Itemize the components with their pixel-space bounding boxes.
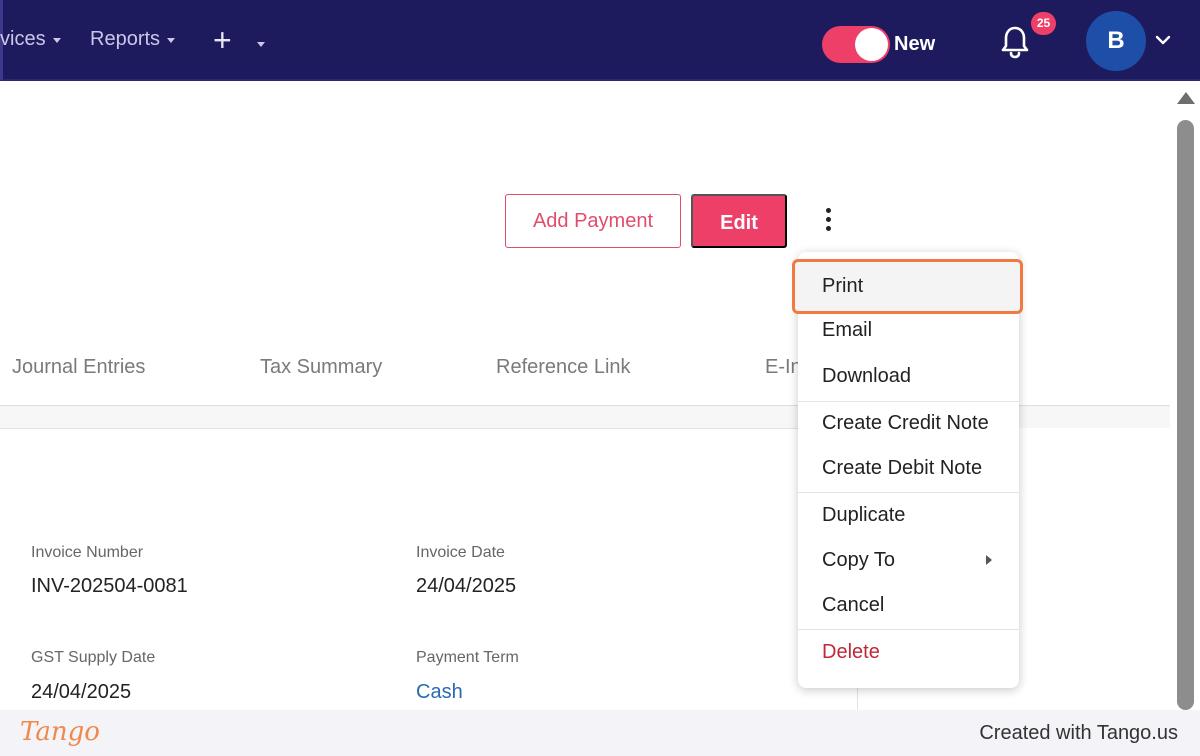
caret-down-icon[interactable] — [257, 42, 265, 47]
toggle-knob — [855, 28, 888, 61]
add-new-icon[interactable]: + — [213, 24, 239, 56]
invoice-number-label: Invoice Number — [31, 544, 144, 561]
menu-item-print[interactable]: Print — [792, 259, 1023, 314]
nav-item-reports[interactable]: Reports — [90, 28, 176, 51]
toggle-label: New — [894, 33, 936, 55]
menu-item-delete[interactable]: Delete — [822, 641, 880, 664]
nav-item-invoices[interactable]: vices — [0, 28, 61, 51]
more-options-menu: Email Download Create Credit Note Create… — [798, 252, 1019, 688]
avatar[interactable]: B — [1086, 11, 1146, 71]
menu-item-email[interactable]: Email — [822, 319, 872, 342]
footer-credit-text: Created with Tango.us — [979, 722, 1178, 744]
menu-item-create-credit-note[interactable]: Create Credit Note — [822, 412, 989, 435]
menu-item-create-debit-note[interactable]: Create Debit Note — [822, 457, 982, 480]
caret-down-icon — [52, 38, 61, 43]
chevron-right-icon — [986, 555, 992, 565]
tab-tax-summary[interactable]: Tax Summary — [260, 356, 382, 379]
notification-count-badge: 25 — [1031, 12, 1056, 35]
gst-supply-date-value: 24/04/2025 — [31, 681, 132, 703]
gst-supply-date-label: GST Supply Date — [31, 649, 156, 666]
notification-bell-icon[interactable] — [999, 24, 1031, 60]
menu-item-print-label: Print — [822, 275, 864, 297]
tab-e-invoice[interactable]: E-In — [765, 356, 802, 379]
chevron-down-icon[interactable] — [1155, 32, 1171, 48]
add-payment-button[interactable]: Add Payment — [505, 194, 681, 248]
edit-button[interactable]: Edit — [691, 194, 787, 248]
menu-item-copy-to[interactable]: Copy To — [822, 549, 895, 572]
top-navigation-bar: vices Reports + New 25 B — [0, 0, 1200, 81]
nav-item-reports-label: Reports — [90, 28, 161, 50]
invoice-date-value: 24/04/2025 — [416, 575, 517, 597]
menu-divider — [798, 492, 1019, 493]
menu-divider — [798, 629, 1019, 630]
invoice-number-value: INV-202504-0081 — [31, 575, 188, 597]
payment-term-value[interactable]: Cash — [416, 681, 463, 704]
tango-logo: Tango — [20, 717, 100, 747]
tab-reference-link[interactable]: Reference Link — [496, 356, 631, 379]
invoice-details-card — [0, 428, 858, 718]
tab-journal-entries[interactable]: Journal Entries — [12, 356, 145, 379]
scrollbar-thumb[interactable] — [1177, 120, 1194, 710]
payment-term-label: Payment Term — [416, 649, 519, 666]
caret-down-icon — [167, 38, 176, 43]
new-ui-toggle[interactable] — [822, 26, 890, 63]
menu-item-download[interactable]: Download — [822, 365, 911, 388]
invoice-date-label: Invoice Date — [416, 544, 505, 561]
tango-footer: Tango Created with Tango.us — [0, 710, 1200, 756]
menu-item-duplicate[interactable]: Duplicate — [822, 504, 905, 527]
nav-item-invoices-label: vices — [0, 28, 46, 50]
scroll-up-arrow-icon[interactable] — [1177, 92, 1195, 104]
menu-divider — [798, 401, 1019, 402]
more-options-icon[interactable] — [818, 205, 838, 237]
menu-item-cancel[interactable]: Cancel — [822, 594, 884, 617]
